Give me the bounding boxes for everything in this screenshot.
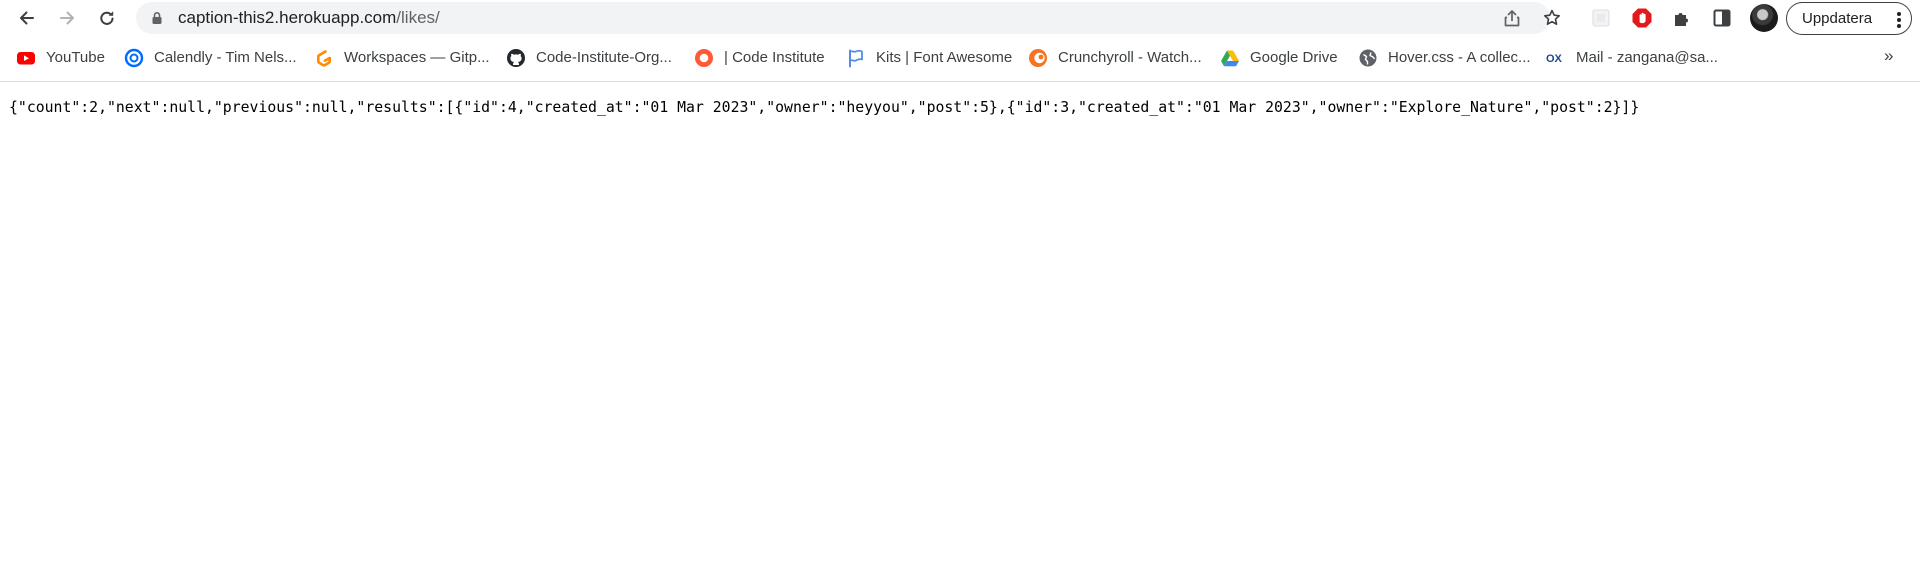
bookmark-label: Mail - zangana@sa... — [1576, 49, 1718, 66]
bookmark-label: Google Drive — [1250, 49, 1338, 66]
bookmark-label: YouTube — [46, 49, 105, 66]
browser-toolbar: caption-this2.herokuapp.com/likes/ Uppda… — [0, 0, 1920, 36]
address-bar[interactable]: caption-this2.herokuapp.com/likes/ — [136, 2, 1560, 34]
json-response-text: {"count":2,"next":null,"previous":null,"… — [9, 99, 1640, 116]
bookmark-star-icon[interactable] — [1542, 8, 1562, 28]
bookmark-label: Code-Institute-Org... — [536, 49, 672, 66]
back-button[interactable] — [12, 3, 42, 33]
bookmark-label: Workspaces — Gitp... — [344, 49, 490, 66]
url-text[interactable]: caption-this2.herokuapp.com/likes/ — [178, 9, 440, 27]
bookmark-calendly[interactable]: Calendly - Tim Nels... — [124, 48, 297, 68]
bookmark-code-institute[interactable]: | Code Institute — [694, 48, 825, 68]
forward-arrow-icon — [60, 11, 74, 25]
extensions-puzzle-icon[interactable] — [1671, 7, 1693, 29]
update-button-label: Uppdatera — [1802, 10, 1873, 27]
url-path: /likes/ — [396, 8, 440, 27]
bookmark-label: Calendly - Tim Nels... — [154, 49, 297, 66]
bookmark-youtube[interactable]: YouTube — [16, 48, 105, 68]
bookmark-font-awesome[interactable]: Kits | Font Awesome — [846, 48, 1012, 68]
svg-text:OX: OX — [1546, 53, 1563, 65]
github-icon — [506, 48, 526, 68]
kebab-menu-icon — [1897, 12, 1901, 28]
youtube-icon — [16, 48, 36, 68]
page-content: {"count":2,"next":null,"previous":null,"… — [0, 82, 1920, 585]
share-icon[interactable] — [1502, 8, 1522, 28]
bookmarks-overflow-chevron-icon[interactable]: » — [1884, 46, 1893, 66]
bookmark-label: Hover.css - A collec... — [1388, 49, 1531, 66]
bookmark-label: Crunchyroll - Watch... — [1058, 49, 1202, 66]
bookmark-gitpod[interactable]: Workspaces — Gitp... — [314, 48, 490, 68]
code-institute-icon — [694, 48, 714, 68]
crunchyroll-icon — [1028, 48, 1048, 68]
lock-icon[interactable] — [150, 11, 164, 25]
back-arrow-icon — [20, 11, 34, 25]
flag-icon — [846, 48, 866, 68]
gitpod-icon — [314, 48, 334, 68]
bookmark-mail[interactable]: OX Mail - zangana@sa... — [1546, 48, 1718, 68]
globe-icon — [1358, 48, 1378, 68]
profile-avatar[interactable] — [1750, 4, 1778, 32]
bookmark-label: Kits | Font Awesome — [876, 49, 1013, 66]
update-button[interactable]: Uppdatera — [1786, 2, 1912, 35]
url-host: caption-this2.herokuapp.com — [178, 8, 397, 27]
bookmarks-bar: YouTube Calendly - Tim Nels... Workspace… — [0, 42, 1920, 74]
extension-placeholder-icon[interactable] — [1590, 7, 1612, 29]
bookmark-github[interactable]: Code-Institute-Org... — [506, 48, 672, 68]
bookmark-google-drive[interactable]: Google Drive — [1220, 48, 1338, 68]
forward-button[interactable] — [52, 3, 82, 33]
calendly-icon — [124, 48, 144, 68]
reload-button[interactable] — [92, 3, 122, 33]
adblock-icon[interactable] — [1631, 7, 1653, 29]
bookmark-hover-css[interactable]: Hover.css - A collec... — [1358, 48, 1531, 68]
side-panel-icon[interactable] — [1711, 7, 1733, 29]
bookmark-label: | Code Institute — [724, 49, 825, 66]
ox-mail-icon: OX — [1546, 48, 1566, 68]
bookmark-crunchyroll[interactable]: Crunchyroll - Watch... — [1028, 48, 1202, 68]
reload-icon — [100, 11, 114, 25]
google-drive-icon — [1220, 48, 1240, 68]
